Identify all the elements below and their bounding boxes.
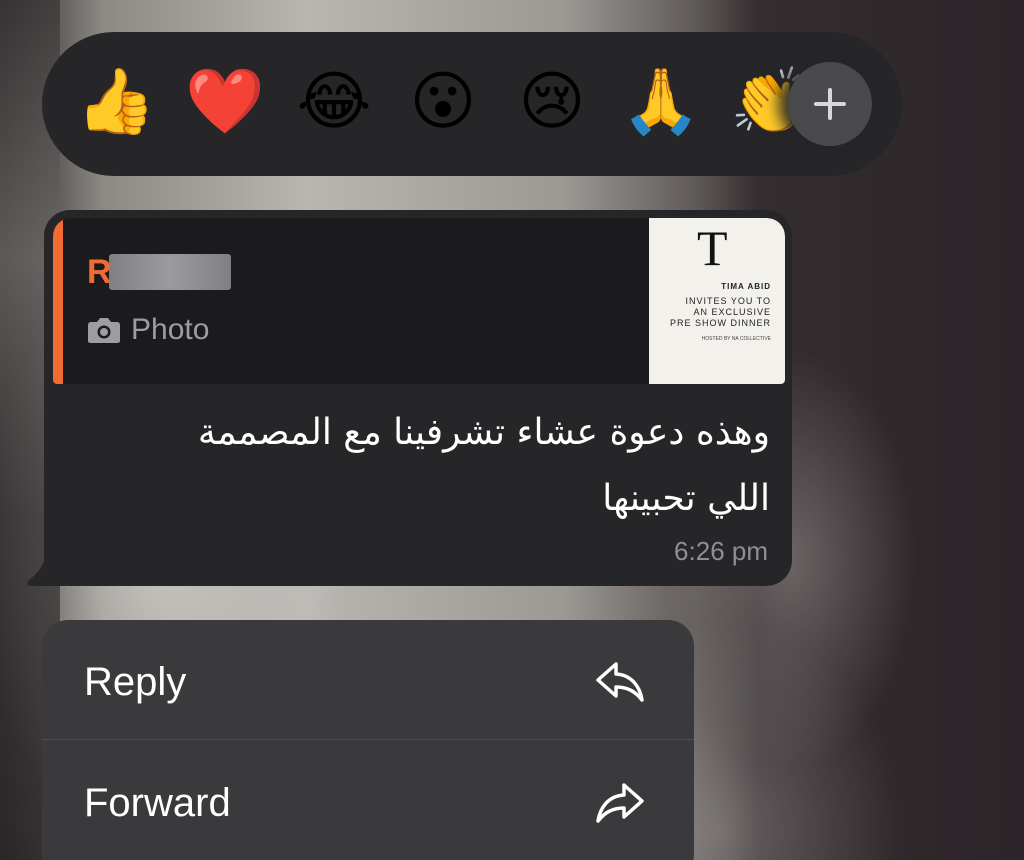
thumbnail-name: TIMA ABID: [721, 282, 771, 291]
redacted-sender-name: [109, 254, 231, 290]
thumbnail-logo: T: [697, 220, 728, 276]
plus-icon: [814, 88, 846, 120]
reaction-bar: 👍 ❤️ 😂 😮 😢 🙏 👏: [42, 32, 902, 176]
message-text: وهذه دعوة عشاء تشرفينا مع المصممة اللي ت…: [70, 400, 770, 532]
reply-icon: [596, 662, 644, 702]
thumbnail-invite-text: INVITES YOU TO AN EXCLUSIVE PRE SHOW DIN…: [669, 296, 771, 328]
menu-item-label: Reply: [84, 660, 187, 704]
quote-sender-name: R: [87, 253, 112, 291]
message-timestamp: 6:26 pm: [674, 536, 768, 566]
message-text-line: وهذه دعوة عشاء تشرفينا مع المصممة: [197, 412, 770, 453]
photo-thumbnail[interactable]: T TIMA ABID INVITES YOU TO AN EXCLUSIVE …: [649, 218, 785, 384]
quoted-message[interactable]: R Photo T TIMA ABID INVITES YOU TO AN EX…: [53, 218, 785, 384]
reaction-crying[interactable]: 😢: [510, 60, 594, 144]
forward-icon: [596, 783, 644, 823]
quote-type-label: Photo: [131, 313, 210, 346]
menu-item-reply[interactable]: Reply: [42, 620, 694, 740]
reaction-heart[interactable]: ❤️: [183, 60, 267, 144]
thumbnail-host-text: HOSTED BY NA COLLECTIVE: [701, 336, 771, 342]
reaction-tears-of-joy[interactable]: 😂: [292, 60, 376, 144]
more-reactions-button[interactable]: [788, 62, 872, 146]
quote-media-type: Photo: [87, 310, 209, 350]
message-text-line: اللي تحبينها: [602, 478, 770, 519]
reaction-surprised[interactable]: 😮: [401, 60, 485, 144]
quote-accent-bar: [53, 218, 63, 384]
menu-item-label: Forward: [84, 781, 231, 825]
menu-item-forward[interactable]: Forward: [42, 741, 694, 860]
context-menu: Reply Forward: [42, 620, 694, 860]
reaction-folded-hands[interactable]: 🙏: [619, 60, 703, 144]
camera-icon: [88, 318, 120, 343]
reaction-thumbs-up[interactable]: 👍: [74, 60, 158, 144]
